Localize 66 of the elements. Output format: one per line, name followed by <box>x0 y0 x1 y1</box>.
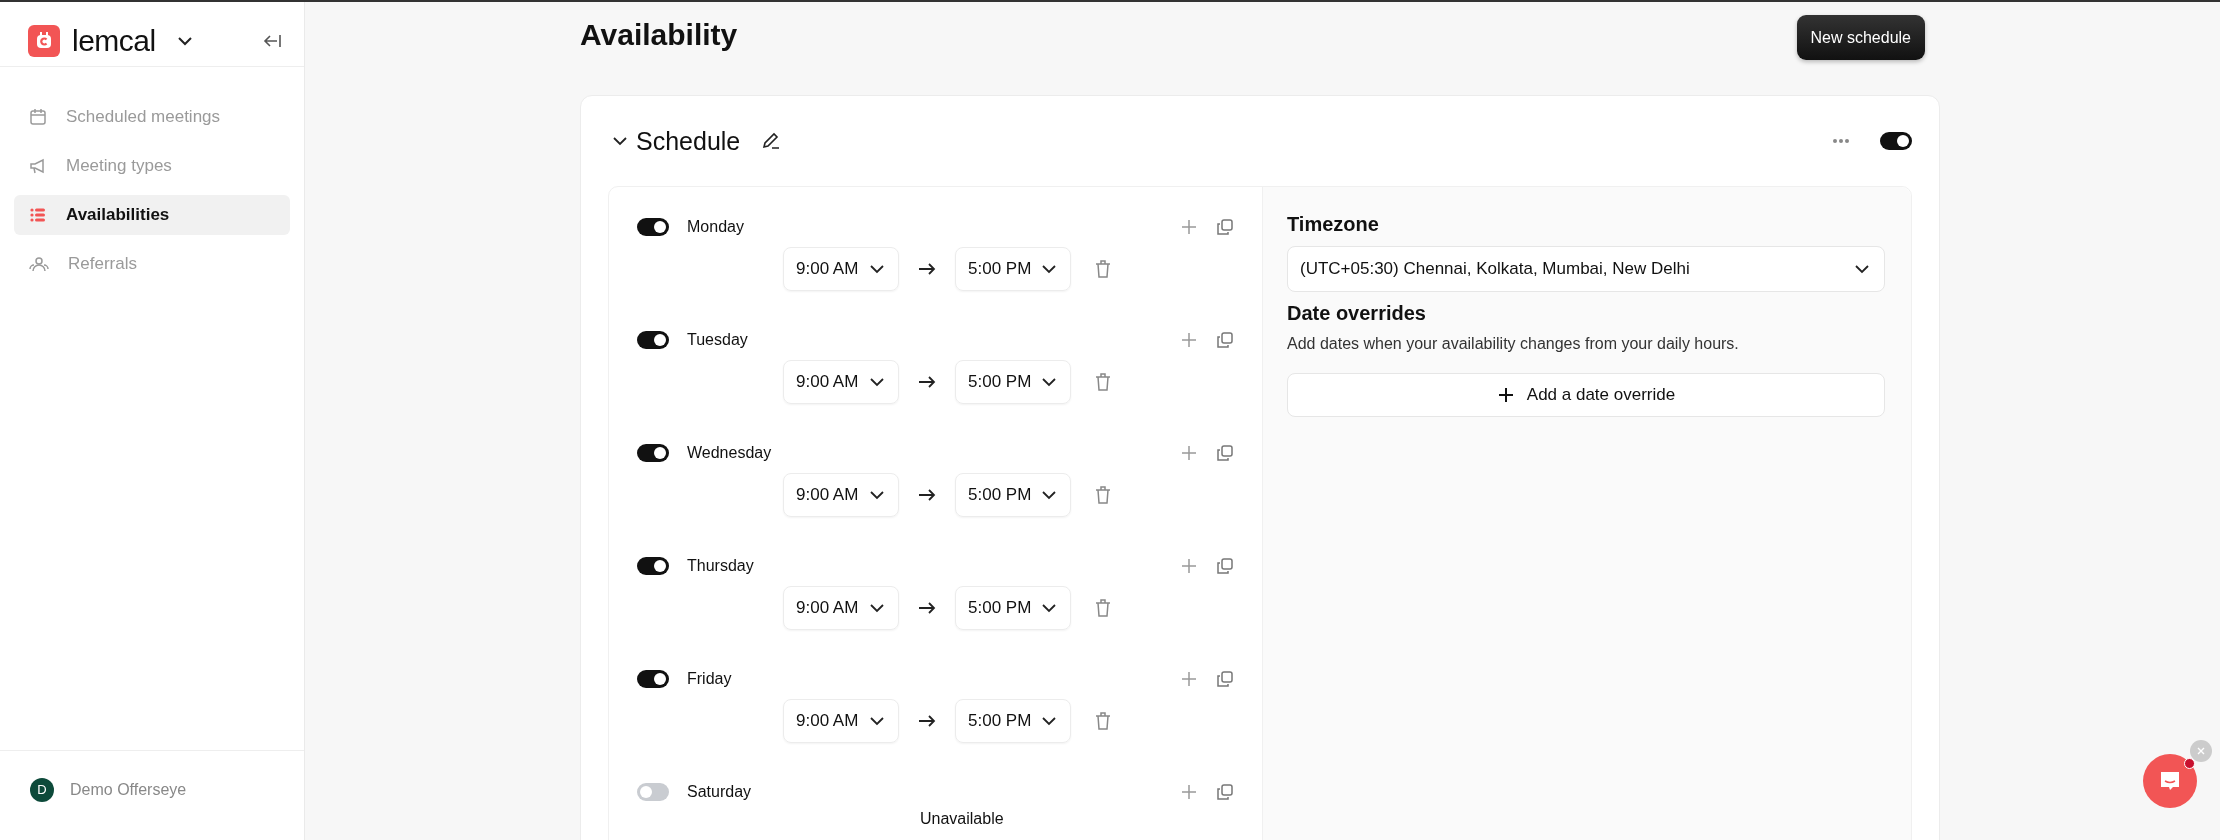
add-icon[interactable] <box>1180 444 1198 462</box>
calendar-icon <box>28 107 48 127</box>
start-time-select[interactable]: 9:00 AM <box>783 586 899 630</box>
arrow-icon <box>918 376 936 388</box>
day-name: Tuesday <box>687 331 748 349</box>
arrow-icon <box>918 263 936 275</box>
add-icon[interactable] <box>1180 557 1198 575</box>
add-date-override-button[interactable]: Add a date override <box>1287 373 1885 417</box>
day-name: Saturday <box>687 783 752 801</box>
copy-icon[interactable] <box>1216 331 1234 349</box>
timezone-label: Timezone <box>1287 213 1380 236</box>
date-overrides-title: Date overrides <box>1287 302 1427 325</box>
copy-icon[interactable] <box>1216 670 1234 688</box>
add-icon[interactable] <box>1180 218 1198 236</box>
end-time-select[interactable]: 5:00 PM <box>955 586 1071 630</box>
timezone-select[interactable]: (UTC+05:30) Chennai, Kolkata, Mumbai, New Delhi <box>1287 246 1885 292</box>
day-toggle[interactable] <box>637 557 669 575</box>
add-icon[interactable] <box>1180 670 1198 688</box>
collapse-icon[interactable] <box>262 33 282 49</box>
schedule-toggle[interactable] <box>1880 132 1912 150</box>
end-time-select[interactable]: 5:00 PM <box>955 473 1071 517</box>
start-time-select[interactable]: 9:00 AM <box>783 699 899 743</box>
nav-item[interactable]: Availabilities <box>14 195 290 235</box>
start-time-select[interactable]: 9:00 AM <box>783 247 899 291</box>
day-name: Thursday <box>687 557 754 575</box>
day-toggle[interactable] <box>637 670 669 688</box>
plus-icon <box>1496 386 1515 404</box>
trash-icon[interactable] <box>1094 372 1112 392</box>
day-toggle[interactable] <box>637 444 669 462</box>
end-time-select[interactable]: 5:00 PM <box>955 360 1071 404</box>
day-name: Friday <box>687 670 732 688</box>
arrow-icon <box>918 489 936 501</box>
user-name: Demo Offerseye <box>70 780 187 799</box>
page-title: Availability <box>580 17 738 52</box>
day-name: Wednesday <box>687 444 772 462</box>
chat-icon <box>2158 769 2182 793</box>
trash-icon[interactable] <box>1094 598 1112 618</box>
user-avatar[interactable]: D <box>30 777 54 802</box>
arrow-icon <box>918 602 936 614</box>
day-name: Monday <box>687 218 744 236</box>
day-toggle[interactable] <box>637 331 669 349</box>
add-icon[interactable] <box>1180 331 1198 349</box>
chat-launcher[interactable] <box>2143 754 2197 808</box>
end-time-select[interactable]: 5:00 PM <box>955 699 1071 743</box>
end-time-select[interactable]: 5:00 PM <box>955 247 1071 291</box>
add-icon[interactable] <box>1180 783 1198 801</box>
day-toggle[interactable] <box>637 783 669 801</box>
new-schedule-button[interactable]: New schedule <box>1796 15 1925 60</box>
copy-icon[interactable] <box>1216 444 1234 462</box>
more-icon[interactable] <box>1832 138 1850 144</box>
people-icon <box>28 254 50 274</box>
start-time-select[interactable]: 9:00 AM <box>783 360 899 404</box>
schedule-title: Schedule <box>636 126 741 156</box>
copy-icon[interactable] <box>1216 783 1234 801</box>
trash-icon[interactable] <box>1094 259 1112 279</box>
day-toggle[interactable] <box>637 218 669 236</box>
trash-icon[interactable] <box>1094 711 1112 731</box>
copy-icon[interactable] <box>1216 218 1234 236</box>
start-time-select[interactable]: 9:00 AM <box>783 473 899 517</box>
unavailable-text: Unavailable <box>920 810 1005 828</box>
date-overrides-description: Add dates when your availability changes from your daily hours. <box>1287 335 1740 353</box>
copy-icon[interactable] <box>1216 557 1234 575</box>
brand-name: lemcal <box>72 24 156 58</box>
trash-icon[interactable] <box>1094 485 1112 505</box>
arrow-icon <box>918 715 936 727</box>
logo-icon <box>28 25 60 57</box>
